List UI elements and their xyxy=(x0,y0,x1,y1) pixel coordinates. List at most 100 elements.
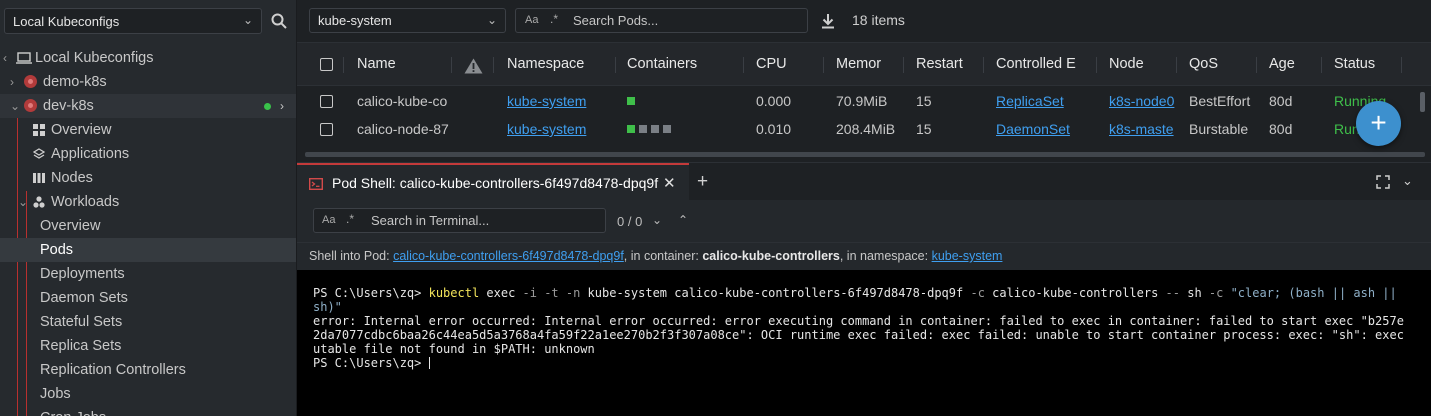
column-header-memory[interactable]: Memor xyxy=(836,56,883,72)
table-row[interactable]: calico-node-87 kube-system 0.010 208.4Mi… xyxy=(297,115,1421,143)
pod-namespace-link[interactable]: kube-system xyxy=(507,121,607,137)
search-icon[interactable] xyxy=(270,12,288,30)
pod-age: 80d xyxy=(1269,93,1293,109)
sidebar-item-replication-controllers[interactable]: Replication Controllers xyxy=(0,358,296,382)
sidebar-item-workloads[interactable]: ⌄ Workloads xyxy=(0,190,296,214)
sidebar-item-label: Pods xyxy=(40,242,74,258)
terminal-error-line: error: Internal error occurred: Internal… xyxy=(313,314,1404,328)
terminal-search-input[interactable]: Search in Terminal... xyxy=(371,213,489,228)
sidebar-item-daemon-sets[interactable]: Daemon Sets xyxy=(0,286,296,310)
sidebar-item-label: Cron Jobs xyxy=(40,406,106,416)
column-separator xyxy=(1096,57,1097,73)
table-row[interactable]: calico-kube-co kube-system 0.000 70.9MiB… xyxy=(297,87,1421,115)
pod-cpu: 0.010 xyxy=(756,121,792,137)
column-separator xyxy=(743,57,744,73)
column-header-restarts[interactable]: Restart xyxy=(916,56,965,72)
sidebar-item-replica-sets[interactable]: Replica Sets xyxy=(0,334,296,358)
namespace-select[interactable]: kube-system ⌄ xyxy=(309,8,506,33)
terminal-string: sh)" xyxy=(313,300,342,314)
pod-name: calico-kube-co xyxy=(357,93,448,109)
regex-icon[interactable]: .* xyxy=(346,212,354,226)
download-icon[interactable] xyxy=(821,13,835,29)
terminal-text: exec xyxy=(479,286,523,300)
sidebar-item-jobs[interactable]: Jobs xyxy=(0,382,296,406)
pod-node-link[interactable]: k8s-node0 xyxy=(1109,93,1177,109)
chevron-left-icon: ‹ xyxy=(3,51,7,65)
horizontal-scrollbar[interactable] xyxy=(305,152,1425,157)
close-icon[interactable]: ✕ xyxy=(663,174,676,192)
pod-controlled-by-link[interactable]: ReplicaSet xyxy=(996,93,1086,109)
sidebar-item-label: Workloads xyxy=(51,194,120,210)
new-tab-button[interactable]: + xyxy=(697,171,708,193)
regex-icon[interactable]: .* xyxy=(550,12,558,26)
column-separator xyxy=(983,57,984,73)
add-resource-button[interactable]: + xyxy=(1356,101,1401,146)
column-separator xyxy=(1256,57,1257,73)
pod-restarts: 15 xyxy=(916,121,932,137)
sidebar-item-label: Overview xyxy=(40,218,101,234)
sidebar-item-workloads-overview[interactable]: Overview xyxy=(0,214,296,238)
terminal-prompt: PS C:\Users\zq> xyxy=(313,356,429,370)
kubeconfig-select[interactable]: Local Kubeconfigs ⌄ xyxy=(4,8,262,34)
namespace-link[interactable]: kube-system xyxy=(932,249,1003,263)
sidebar-item-label: Replica Sets xyxy=(40,338,122,354)
cluster-label: demo-k8s xyxy=(43,74,107,90)
column-header-namespace[interactable]: Namespace xyxy=(507,56,607,72)
terminal-search-box[interactable]: Aa .* Search in Terminal... xyxy=(313,208,606,233)
sidebar-item-applications[interactable]: Applications xyxy=(0,142,296,166)
pod-search-input[interactable]: Search Pods... xyxy=(573,13,658,28)
terminal-output[interactable]: PS C:\Users\zq> kubectl exec -i -t -n ku… xyxy=(297,270,1431,416)
terminal-flag: -i -t -n xyxy=(522,286,581,300)
sidebar-item-label: Stateful Sets xyxy=(40,314,123,330)
warning-icon[interactable] xyxy=(464,58,483,74)
chevron-down-icon[interactable]: ⌄ xyxy=(1402,173,1413,189)
pod-qos: BestEffort xyxy=(1189,93,1251,109)
cluster-dev-k8s[interactable]: ⌄ dev-k8s › xyxy=(0,94,296,118)
vertical-scrollbar[interactable] xyxy=(1420,92,1425,112)
sidebar-item-nodes[interactable]: Nodes xyxy=(0,166,296,190)
chevron-down-icon[interactable]: ⌄ xyxy=(652,213,662,227)
chevron-right-icon[interactable]: › xyxy=(280,94,284,118)
column-header-age[interactable]: Age xyxy=(1269,56,1309,72)
pod-node-link[interactable]: k8s-maste xyxy=(1109,121,1177,137)
cluster-demo-k8s[interactable]: › demo-k8s xyxy=(0,70,296,94)
chevron-down-icon: ⌄ xyxy=(486,13,497,27)
column-header-controlled-by[interactable]: Controlled E xyxy=(996,56,1078,72)
column-separator xyxy=(1401,57,1402,73)
terminal-command: kubectl xyxy=(428,286,480,300)
match-count: 0 / 0 xyxy=(617,214,643,229)
sidebar-item-overview[interactable]: Overview xyxy=(0,118,296,142)
pod-namespace-link[interactable]: kube-system xyxy=(507,93,607,109)
match-case-icon[interactable]: Aa xyxy=(525,14,538,26)
pod-search-box[interactable]: Aa .* Search Pods... xyxy=(515,8,808,33)
column-separator xyxy=(343,57,344,73)
sidebar-item-pods[interactable]: Pods xyxy=(0,238,296,262)
column-header-name[interactable]: Name xyxy=(357,56,447,72)
sidebar-item-cron-jobs[interactable]: Cron Jobs xyxy=(0,406,296,416)
terminal-error-line: 2da7077cdbc6baa26c44ea5d5a3768a4fa59f22a… xyxy=(313,328,1404,342)
pod-link[interactable]: calico-kube-controllers-6f497d8478-dpq9f xyxy=(393,249,624,263)
chevron-up-icon[interactable]: ⌃ xyxy=(678,213,688,227)
container-status-inactive xyxy=(639,125,647,133)
column-header-status[interactable]: Status xyxy=(1334,56,1394,72)
row-checkbox[interactable] xyxy=(320,123,333,136)
select-all-checkbox[interactable] xyxy=(320,58,333,71)
pod-age: 80d xyxy=(1269,121,1293,137)
column-header-qos[interactable]: QoS xyxy=(1189,56,1239,72)
row-checkbox[interactable] xyxy=(320,95,333,108)
tab-label: Pod Shell: calico-kube-controllers-6f497… xyxy=(332,175,659,191)
column-header-containers[interactable]: Containers xyxy=(627,56,737,72)
fullscreen-icon[interactable] xyxy=(1376,175,1390,189)
column-header-cpu[interactable]: CPU xyxy=(756,56,816,72)
sidebar-item-label: Applications xyxy=(51,146,130,162)
pod-memory: 208.4MiB xyxy=(836,121,896,137)
tab-pod-shell[interactable]: Pod Shell: calico-kube-controllers-6f497… xyxy=(297,163,689,200)
match-case-icon[interactable]: Aa xyxy=(322,214,335,226)
pod-controlled-by-link[interactable]: DaemonSet xyxy=(996,121,1086,137)
terminal-flag: -c xyxy=(1208,286,1224,300)
column-separator xyxy=(823,57,824,73)
sidebar-item-stateful-sets[interactable]: Stateful Sets xyxy=(0,310,296,334)
column-header-node[interactable]: Node xyxy=(1109,56,1169,72)
tree-root-local-kubeconfigs[interactable]: ‹ Local Kubeconfigs xyxy=(0,46,296,70)
sidebar-item-deployments[interactable]: Deployments xyxy=(0,262,296,286)
